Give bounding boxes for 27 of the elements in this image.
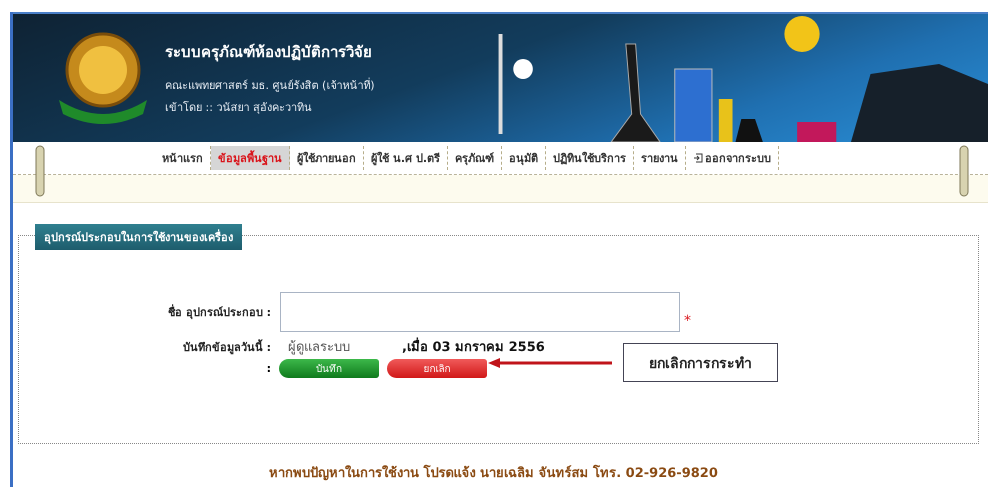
- nav-tab[interactable]: ครุภัณฑ์: [448, 146, 502, 170]
- contact-notice: หากพบปัญหาในการใช้งาน โปรดแจ้ง นายเฉลิม จันทร์สม โทร. 02-926-9820: [269, 466, 718, 481]
- fieldset-legend: อุปกรณ์ประกอบในการใช้งานของเครื่อง: [35, 224, 242, 250]
- field-label: ชื่อ อุปกรณ์ประกอบ :: [166, 303, 271, 321]
- login-info: เข้าโดย :: วนัสยา สุอังคะวาทิน: [165, 100, 313, 116]
- cancel-button[interactable]: ยกเลิก: [387, 359, 487, 378]
- scroll-ring-icon: [33, 144, 47, 198]
- record-date: ,เมื่อ 03 มกราคม 2556: [402, 336, 545, 357]
- faculty-subtitle: คณะแพทยศาสตร์ มธ. ศูนย์รังสิต (เจ้าหน้าที่): [165, 76, 376, 94]
- nav-tab[interactable]: ผู้ใช้ น.ศ ป.ตรี: [364, 146, 448, 170]
- save-button[interactable]: บันทึก: [279, 359, 379, 378]
- field-label: บันทึกข้อมูลวันนี้ :: [182, 338, 271, 356]
- required-mark: *: [684, 313, 691, 329]
- system-title: ระบบครุภัณฑ์ห้องปฏิบัติการวิจัย: [165, 42, 373, 64]
- nav-tab[interactable]: ปฏิทินใช้บริการ: [546, 146, 634, 170]
- scroll-ring-icon: [957, 144, 971, 198]
- nav-tab[interactable]: ผู้ใช้ภายนอก: [290, 146, 364, 170]
- nav-tab[interactable]: รายงาน: [634, 146, 686, 170]
- input-field[interactable]: [280, 292, 680, 332]
- callout-note: ยกเลิกการกระทำ: [623, 343, 778, 382]
- logout-icon: [693, 153, 704, 163]
- recorder-name: ผู้ดูแลระบบ: [288, 339, 351, 357]
- arrow-icon: [486, 357, 614, 369]
- nav-tab[interactable]: อนุมัติ: [502, 146, 546, 170]
- nav-tab[interactable]: ข้อมูลพื้นฐาน: [211, 146, 290, 170]
- colon-label: :: [266, 362, 271, 375]
- nav-tab[interactable]: ออกจากระบบ: [686, 146, 780, 170]
